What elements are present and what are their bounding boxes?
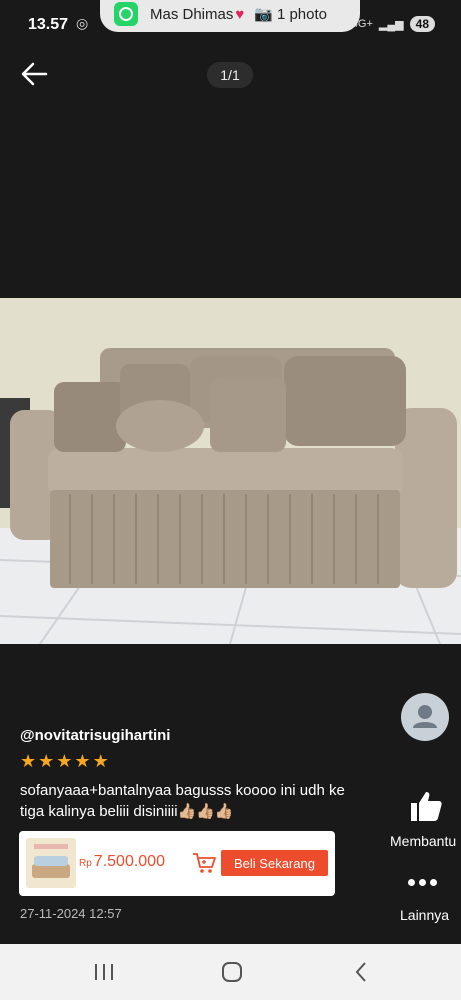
back-icon[interactable] (350, 962, 374, 982)
star-icon: ★ (74, 751, 91, 771)
buy-now-button[interactable]: Beli Sekarang (221, 850, 328, 876)
star-icon: ★ (92, 751, 109, 771)
cart-icon[interactable] (191, 851, 217, 875)
notification-sender: Mas Dhimas (150, 5, 234, 23)
more-label[interactable]: Lainnya (400, 907, 449, 923)
helpful-label[interactable]: Membantu (390, 833, 456, 849)
star-icon: ★ (20, 751, 37, 771)
status-time: 13.57 (28, 16, 69, 33)
star-icon: ★ (38, 751, 55, 771)
camera-icon: 📷 (254, 6, 273, 23)
rating-stars: ★ ★ ★ ★ ★ (20, 752, 109, 770)
thumbs-up-icon[interactable] (408, 788, 444, 824)
price-currency: Rp (79, 858, 92, 869)
price-value: 7.500.000 (93, 853, 165, 870)
reviewer-username: @novitatrisugihartini (20, 727, 171, 744)
notification-pill[interactable]: Mas Dhimas ♥ 📷 1 photo (100, 0, 360, 32)
more-options-icon[interactable] (408, 876, 442, 888)
review-text: sofanyaaa+bantalnyaa bagusss koooo ini u… (20, 782, 345, 820)
recent-apps-icon[interactable] (92, 962, 116, 982)
system-nav-bar (0, 944, 461, 1000)
review-date: 27-11-2024 12:57 (20, 906, 122, 921)
whatsapp-icon (114, 2, 138, 26)
back-arrow-icon[interactable] (18, 58, 50, 90)
battery-indicator: 48 (409, 16, 435, 32)
home-icon[interactable] (220, 962, 244, 982)
star-icon: ★ (56, 751, 73, 771)
product-thumbnail (26, 838, 76, 888)
product-card[interactable]: Rp 7.500.000 Beli Sekarang (19, 831, 335, 896)
heart-icon: ♥ (235, 5, 245, 23)
photo-counter: 1/1 (207, 62, 253, 88)
notification-message: 1 photo (276, 5, 327, 23)
signal-icon-2: ▂▄▆ (378, 18, 404, 31)
avatar[interactable] (401, 693, 449, 741)
review-photo[interactable] (0, 298, 461, 644)
whatsapp-status-icon: ◎ (76, 15, 89, 31)
product-price: Rp 7.500.000 (79, 853, 165, 871)
